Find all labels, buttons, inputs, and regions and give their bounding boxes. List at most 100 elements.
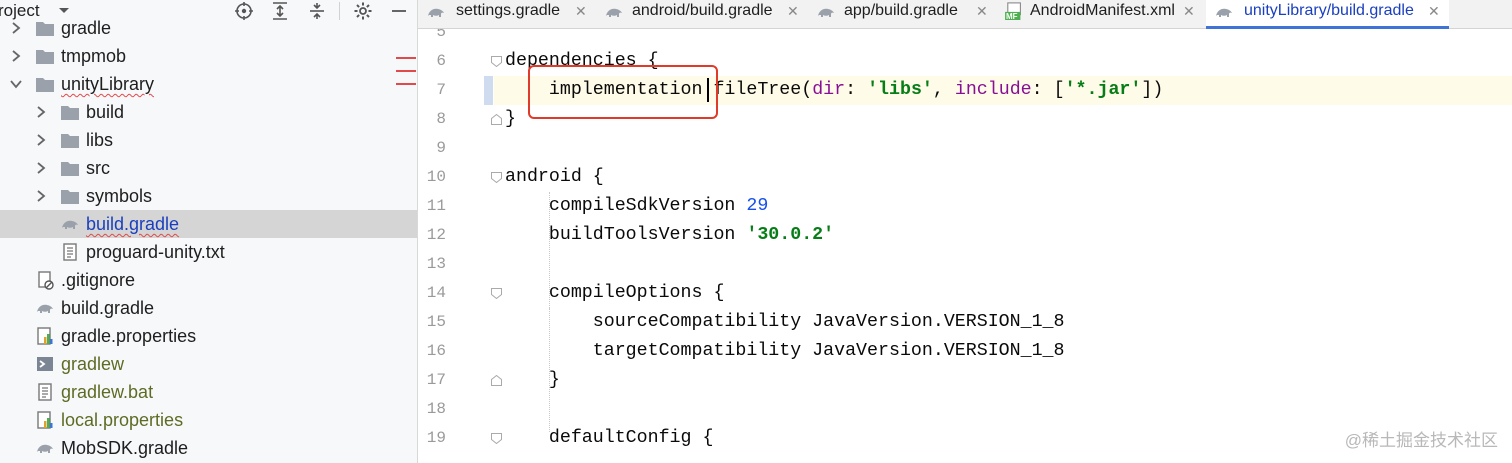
gradle-icon xyxy=(62,220,78,229)
line-number: 9 xyxy=(436,139,446,157)
error-stripe-marks xyxy=(396,57,416,85)
tab-settings-gradle[interactable]: settings.gradle ✕ xyxy=(418,0,594,26)
fold-toggle-icon[interactable] xyxy=(491,375,502,386)
code-line-8: } xyxy=(505,109,516,129)
tab-androidmanifest-xml[interactable]: MF AndroidManifest.xml ✕ xyxy=(998,0,1203,26)
annotation-highlight-box xyxy=(528,65,718,119)
tree-item-unitylibrary-build-gradle[interactable]: build.gradle xyxy=(0,210,417,238)
folder-icon xyxy=(36,78,54,92)
tree-item-proguard-unity-txt[interactable]: proguard-unity.txt xyxy=(0,238,417,266)
code-editor[interactable]: 5 6 7 8 9 10 11 12 13 14 15 16 17 18 19 … xyxy=(418,29,1512,463)
code-line-12: buildToolsVersion '30.0.2' xyxy=(505,225,835,245)
line-number: 13 xyxy=(426,255,446,273)
tree-item-tmpmob[interactable]: tmpmob xyxy=(0,42,417,70)
tree-item-label: proguard-unity.txt xyxy=(86,242,225,262)
tab-label: settings.gradle xyxy=(456,2,561,19)
folder-icon xyxy=(36,50,54,64)
code-line: compileSdkVersion 29 xyxy=(505,192,768,221)
gradle-icon xyxy=(1216,8,1232,17)
text-file-icon xyxy=(38,383,52,401)
tree-item-mobsdk-gradle[interactable]: MobSDK.gradle xyxy=(0,434,417,462)
tree-item-src[interactable]: src xyxy=(0,154,417,182)
tree-item-label: .gitignore xyxy=(61,270,136,290)
line-number-gutter: 5 6 7 8 9 10 11 12 13 14 15 16 17 18 19 xyxy=(418,29,488,463)
tree-item-label: src xyxy=(86,158,110,178)
tree-item-gradle[interactable]: gradle xyxy=(0,14,417,42)
tree-item-label: MobSDK.gradle xyxy=(61,438,189,458)
code-line-11: compileSdkVersion 29 xyxy=(505,196,769,216)
tab-unitylibrary-build-gradle[interactable]: unityLibrary/build.gradle ✕ xyxy=(1206,0,1449,29)
close-icon[interactable]: ✕ xyxy=(787,0,799,22)
tab-android-build-gradle[interactable]: android/build.gradle ✕ xyxy=(596,0,804,26)
tree-item-gradlew-bat[interactable]: gradlew.bat xyxy=(0,378,417,406)
chevron-down-icon[interactable] xyxy=(10,76,22,92)
manifest-badge: MF xyxy=(1006,12,1018,21)
code-line: sourceCompatibility JavaVersion.VERSION_… xyxy=(505,308,1065,337)
line-number: 18 xyxy=(426,400,446,418)
gradle-icon xyxy=(37,444,53,453)
close-icon[interactable]: ✕ xyxy=(1183,0,1195,22)
line-number: 11 xyxy=(426,197,446,215)
fold-toggle-icon[interactable] xyxy=(491,433,502,444)
chevron-right-icon[interactable] xyxy=(35,188,47,204)
fold-toggle-icon[interactable] xyxy=(491,288,502,299)
tree-item-local-properties[interactable]: local.properties xyxy=(0,406,417,434)
project-panel: roject gradle tmpmob unityLibrary build … xyxy=(0,0,418,463)
properties-file-icon xyxy=(37,411,53,429)
tree-item-label: gradlew.bat xyxy=(61,382,154,402)
line-number: 15 xyxy=(426,313,446,331)
folder-icon xyxy=(61,190,79,204)
chevron-right-icon[interactable] xyxy=(10,48,22,64)
line-number: 17 xyxy=(426,371,446,389)
tree-item-libs[interactable]: libs xyxy=(0,126,417,154)
tree-item-label: gradle xyxy=(61,18,112,38)
tree-item-label: build xyxy=(86,102,125,122)
gitignore-file-icon xyxy=(38,271,54,290)
tab-label: unityLibrary/build.gradle xyxy=(1244,2,1414,19)
properties-file-icon xyxy=(37,327,53,345)
tree-item-unitylibrary[interactable]: unityLibrary xyxy=(0,70,417,98)
line-number: 14 xyxy=(426,284,446,302)
tree-item-gradlew[interactable]: gradlew xyxy=(0,350,417,378)
folder-icon xyxy=(61,134,79,148)
code-line: } xyxy=(505,366,560,395)
chevron-right-icon[interactable] xyxy=(10,20,22,36)
code-line-19: defaultConfig { xyxy=(505,428,714,448)
tree-item-label: local.properties xyxy=(61,410,184,430)
text-file-icon xyxy=(63,243,77,261)
code-line: android { xyxy=(505,163,604,192)
line-number: 5 xyxy=(436,29,446,41)
fold-toggle-icon[interactable] xyxy=(491,172,502,183)
tab-app-build-gradle[interactable]: app/build.gradle ✕ xyxy=(808,0,994,26)
chevron-right-icon[interactable] xyxy=(35,104,47,120)
tree-item-label: symbols xyxy=(86,186,153,206)
fold-toggle-icon[interactable] xyxy=(491,56,502,67)
tab-label: app/build.gradle xyxy=(844,2,958,19)
watermark: @稀土掘金技术社区 xyxy=(1344,431,1498,450)
tree-item-label: libs xyxy=(86,130,114,150)
close-icon[interactable]: ✕ xyxy=(1428,0,1440,22)
line-number: 6 xyxy=(436,52,446,70)
line-number: 12 xyxy=(426,226,446,244)
tree-item-gradle-properties[interactable]: gradle.properties xyxy=(0,322,417,350)
code-line-15: sourceCompatibility JavaVersion.VERSION_… xyxy=(505,312,1065,332)
folder-icon xyxy=(36,22,54,36)
tree-item-build[interactable]: build xyxy=(0,98,417,126)
line-number: 10 xyxy=(426,168,446,186)
folder-icon xyxy=(61,106,79,120)
fold-toggle-icon[interactable] xyxy=(491,114,502,125)
tree-item-symbols[interactable]: symbols xyxy=(0,182,417,210)
close-icon[interactable]: ✕ xyxy=(575,0,587,22)
line-number: 16 xyxy=(426,342,446,360)
tree-item-build-gradle[interactable]: build.gradle xyxy=(0,294,417,322)
tree-item-label: build.gradle xyxy=(86,214,180,234)
gradle-icon xyxy=(818,8,834,17)
gradle-icon xyxy=(606,8,622,17)
tab-label: AndroidManifest.xml xyxy=(1030,2,1175,19)
chevron-right-icon[interactable] xyxy=(35,132,47,148)
tree-item-gitignore[interactable]: .gitignore xyxy=(0,266,417,294)
code-line-17: } xyxy=(505,370,560,390)
chevron-right-icon[interactable] xyxy=(35,160,47,176)
close-icon[interactable]: ✕ xyxy=(976,0,988,22)
code-line: compileOptions { xyxy=(505,279,725,308)
